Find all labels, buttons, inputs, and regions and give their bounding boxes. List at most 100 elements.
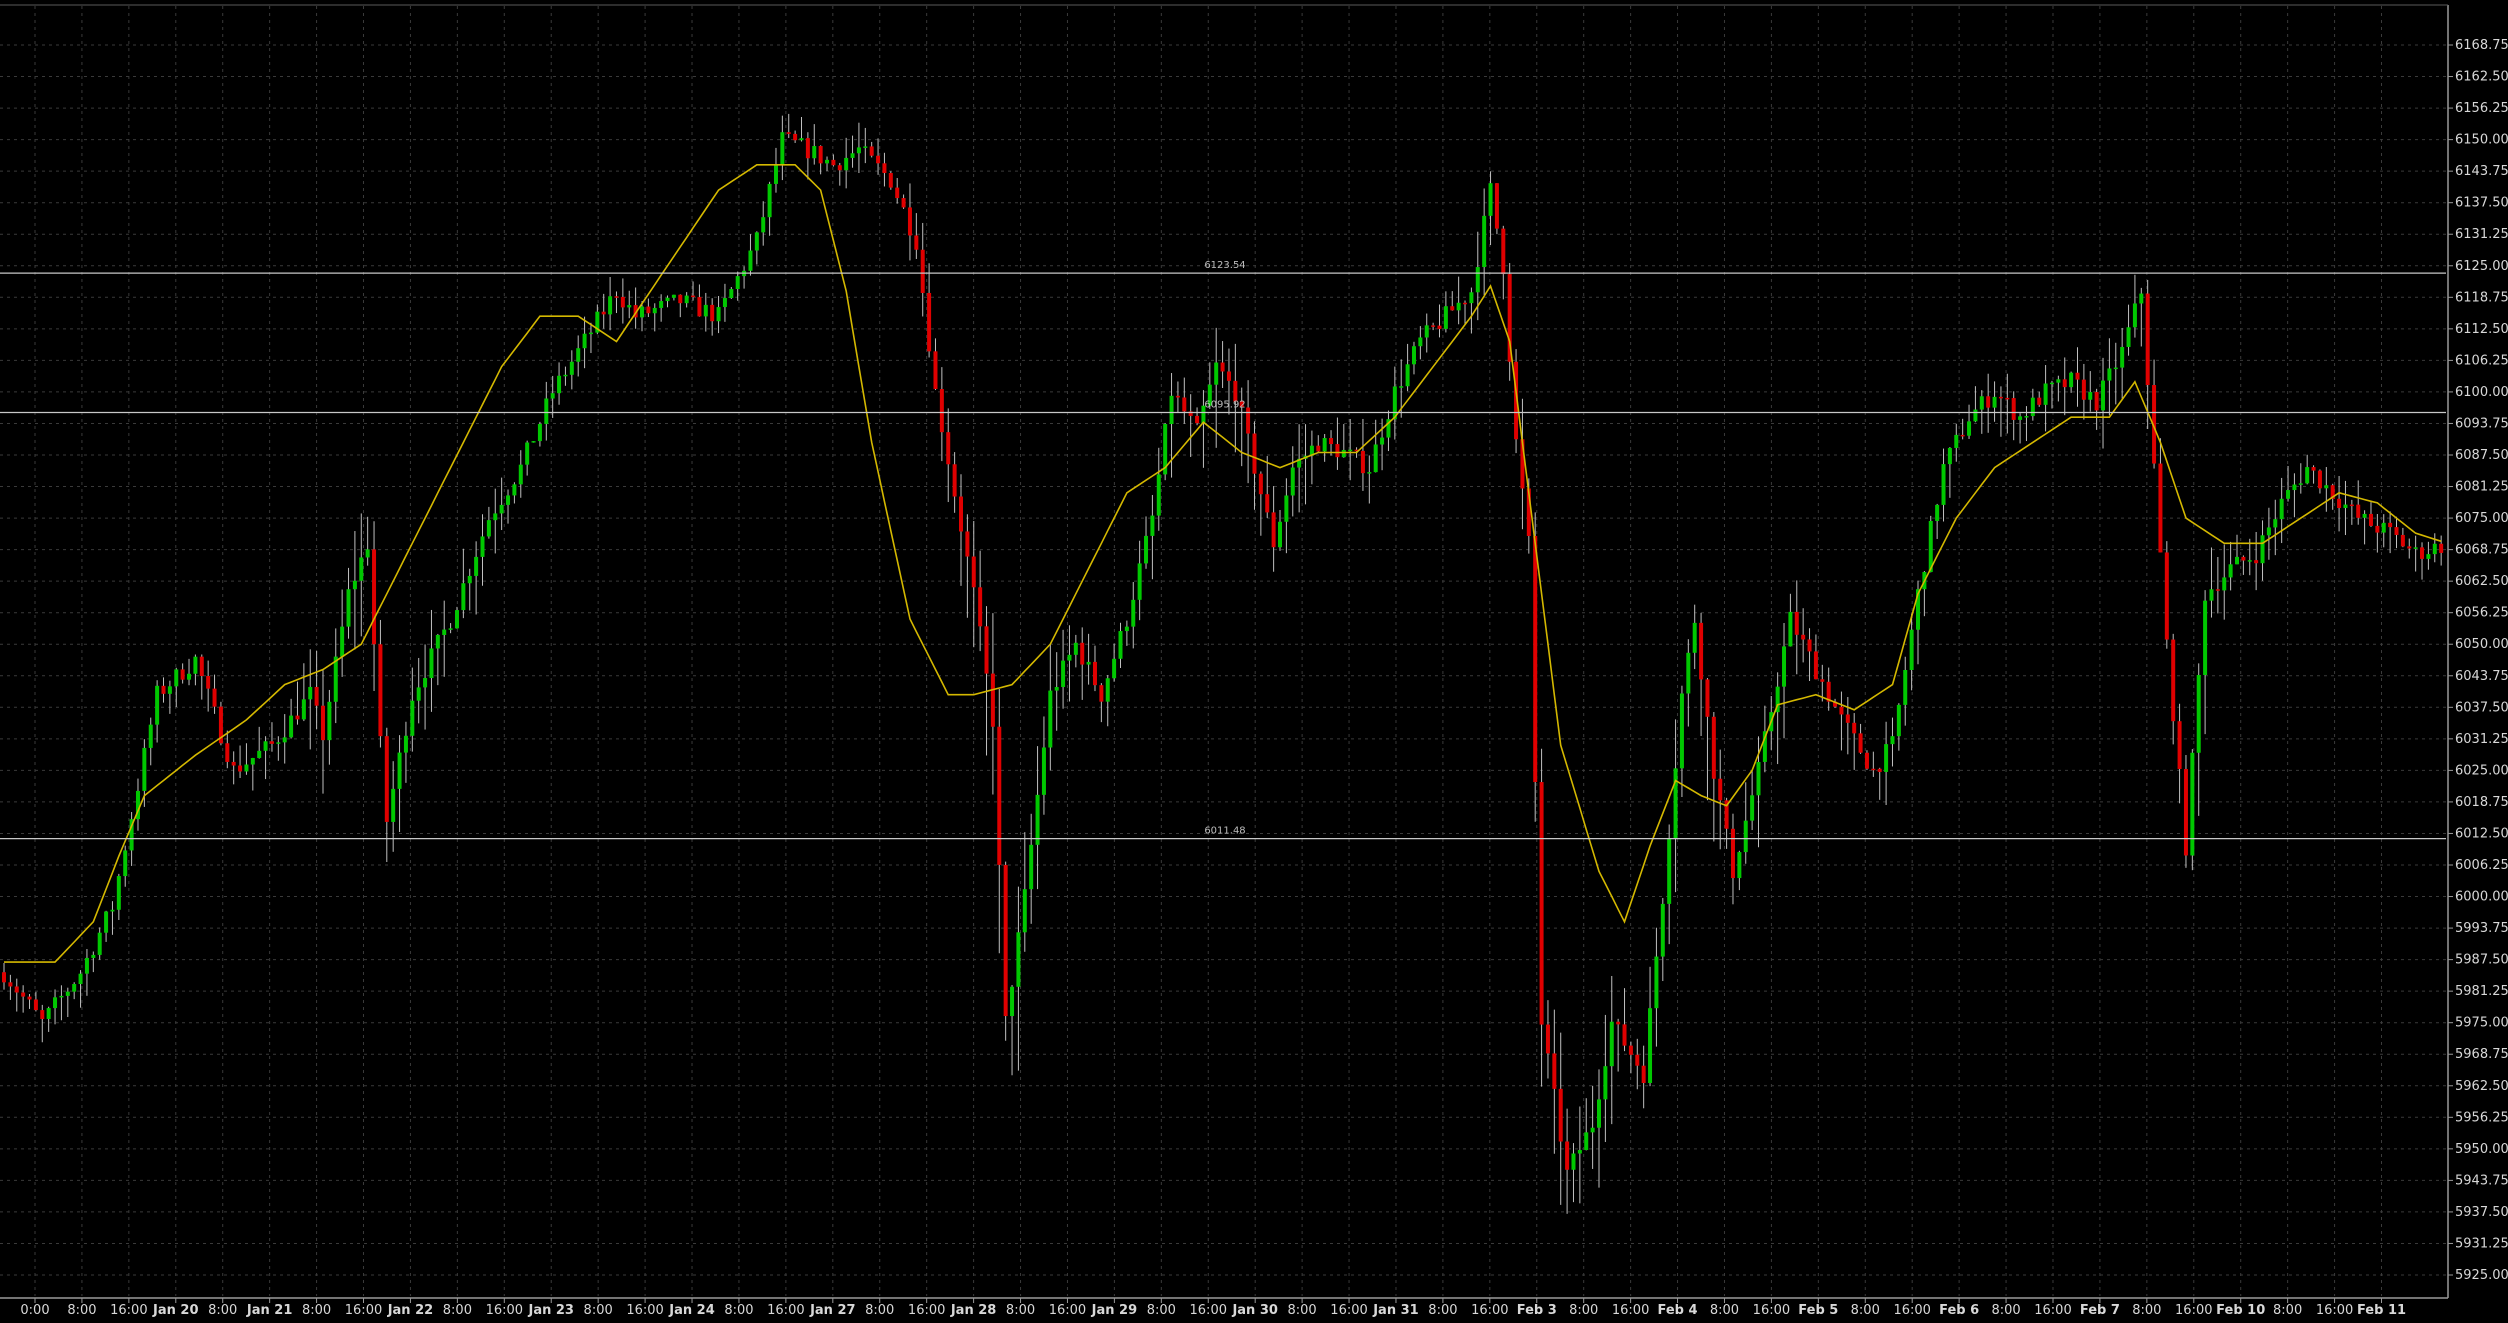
candle-down — [1730, 828, 1735, 879]
candle-up — [1488, 183, 1493, 216]
candle-down — [212, 688, 217, 707]
candle-up — [1144, 535, 1149, 564]
candle-up — [640, 306, 644, 318]
candle-down — [1960, 434, 1965, 437]
x-tick-label: Feb 7 — [2080, 1303, 2120, 1318]
y-tick-label: 6162.50 — [2455, 70, 2508, 85]
candle-up — [773, 164, 778, 184]
candle-up — [435, 634, 440, 649]
candle-up — [703, 304, 708, 317]
candle-up — [499, 504, 504, 514]
x-tick-label: 16:00 — [908, 1303, 945, 1318]
candle-down — [2075, 372, 2080, 380]
candle-up — [2139, 293, 2144, 304]
candle-up — [2056, 379, 2061, 383]
candle-down — [869, 146, 874, 156]
candle-up — [531, 441, 536, 443]
candle-up — [2381, 522, 2386, 533]
candle-down — [959, 496, 963, 532]
candle-up — [1169, 395, 1174, 424]
candle-up — [1590, 1127, 1595, 1133]
candle-up — [1054, 687, 1059, 691]
candle-up — [2247, 560, 2252, 562]
candle-down — [1718, 778, 1723, 801]
candle-down — [180, 669, 185, 680]
candle-down — [1533, 535, 1538, 783]
candle-up — [1022, 889, 1027, 933]
x-tick-label: 8:00 — [2273, 1303, 2302, 1318]
horizontal-line-label: 6123.54 — [1204, 260, 1245, 271]
candle-up — [244, 764, 249, 772]
candle-up — [2362, 513, 2367, 518]
candle-down — [1246, 407, 1251, 434]
candle-up — [2101, 380, 2106, 411]
candle-down — [1820, 679, 1825, 682]
candle-up — [856, 147, 861, 154]
candle-down — [1641, 1065, 1646, 1083]
candle-up — [46, 1008, 51, 1019]
candle-up — [116, 876, 121, 910]
candle-up — [365, 549, 370, 558]
candle-up — [1131, 599, 1136, 627]
candle-down — [1699, 622, 1704, 680]
candle-up — [627, 305, 632, 308]
candle-down — [939, 389, 944, 433]
candle-up — [1609, 1021, 1614, 1067]
candle-up — [2222, 577, 2227, 591]
x-tick-label: Feb 5 — [1798, 1303, 1838, 1318]
candle-up — [84, 957, 89, 974]
candle-down — [1545, 1024, 1550, 1054]
candle-down — [2171, 639, 2176, 722]
candle-down — [1813, 651, 1818, 680]
candle-up — [53, 997, 58, 1009]
candle-up — [767, 183, 772, 218]
x-tick-label: 16:00 — [1612, 1303, 1649, 1318]
y-tick-label: 6018.75 — [2455, 795, 2508, 810]
candle-down — [8, 982, 13, 987]
y-tick-label: 6156.25 — [2455, 101, 2508, 116]
candle-up — [1973, 409, 1978, 422]
candle-down — [2145, 293, 2150, 386]
candle-down — [2011, 398, 2016, 420]
y-tick-label: 5993.75 — [2455, 921, 2508, 936]
candle-up — [1469, 292, 1474, 304]
candle-down — [1986, 396, 1991, 408]
candle-up — [59, 995, 64, 998]
candle-down — [1226, 371, 1231, 381]
candle-up — [2292, 484, 2297, 491]
candle-up — [167, 686, 172, 694]
x-tick-label: 16:00 — [110, 1303, 147, 1318]
y-tick-label: 6087.50 — [2455, 448, 2508, 463]
candle-up — [1150, 515, 1155, 536]
candle-up — [1890, 736, 1895, 745]
candle-down — [1616, 1021, 1621, 1025]
candle-up — [1673, 768, 1678, 839]
candle-up — [729, 289, 734, 299]
candle-down — [2081, 379, 2086, 400]
candle-up — [327, 701, 332, 741]
candle-up — [525, 442, 530, 465]
candle-up — [780, 132, 785, 165]
candle-up — [2279, 498, 2284, 520]
candle-down — [614, 296, 619, 298]
candle-up — [1418, 337, 1423, 347]
x-tick-label: 8:00 — [208, 1303, 237, 1318]
candle-up — [863, 146, 868, 148]
candle-down — [225, 743, 230, 762]
candle-up — [78, 973, 83, 985]
candle-up — [2030, 397, 2035, 417]
candle-up — [652, 307, 657, 314]
candle-down — [1845, 714, 1850, 723]
candle-up — [550, 393, 555, 399]
candle-down — [1635, 1054, 1640, 1066]
candle-down — [40, 1010, 45, 1019]
candle-down — [1794, 611, 1799, 635]
candle-down — [927, 292, 932, 352]
horizontal-line-label: 6011.48 — [1204, 826, 1245, 837]
candle-up — [1648, 1008, 1653, 1083]
candle-down — [2394, 527, 2399, 535]
candle-up — [665, 297, 670, 302]
x-tick-label: 8:00 — [302, 1303, 331, 1318]
candle-up — [1073, 642, 1078, 655]
candle-down — [888, 173, 893, 188]
